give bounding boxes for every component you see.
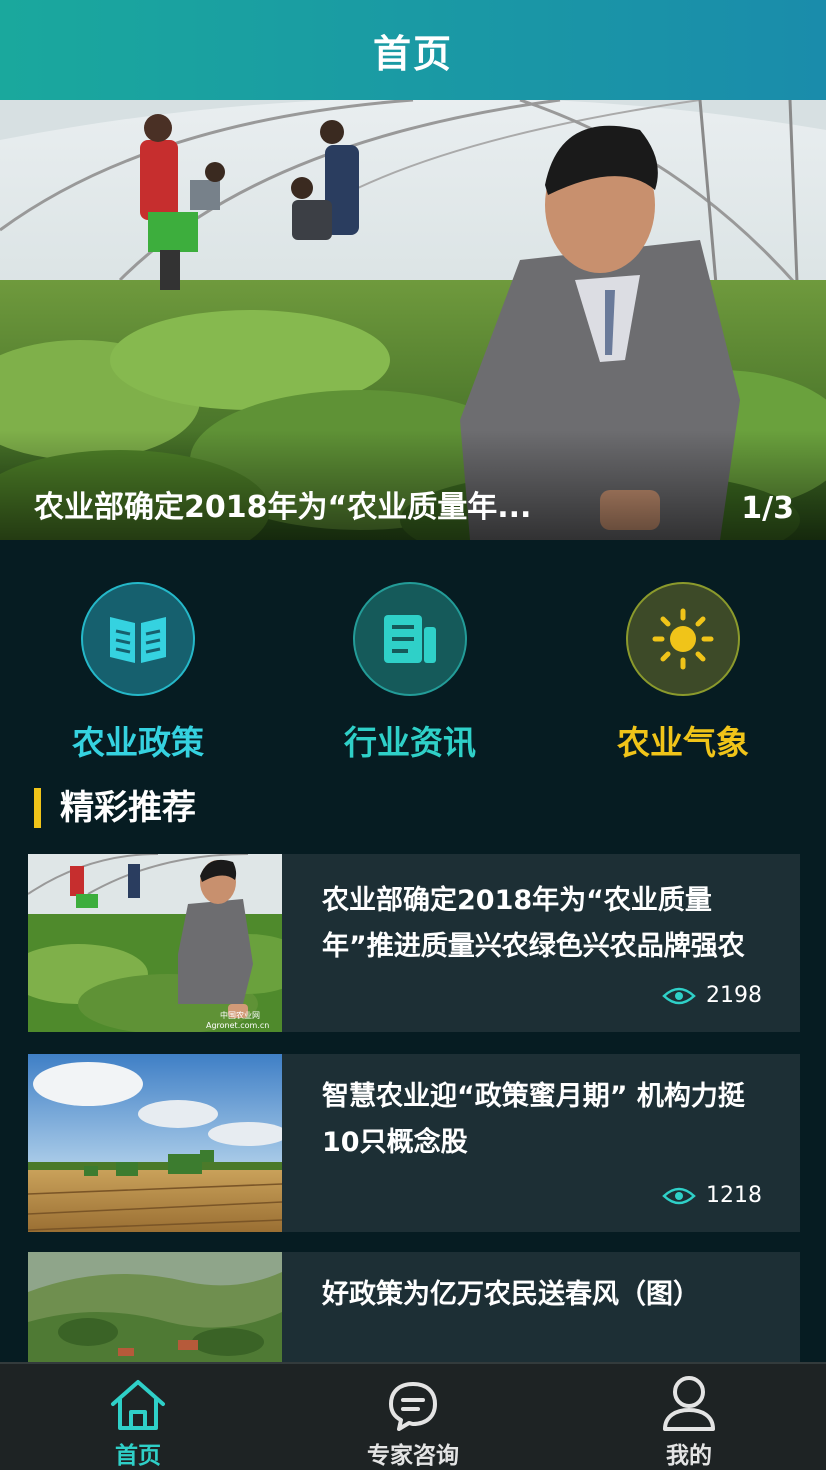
bottom-tab-bar: 首页 专家咨询 我的 bbox=[0, 1362, 826, 1470]
section-title: 精彩推荐 bbox=[34, 788, 196, 828]
eye-icon bbox=[662, 987, 696, 1004]
tab-profile[interactable]: 我的 bbox=[589, 1370, 789, 1470]
category-label: 农业气象 bbox=[617, 723, 749, 762]
home-icon bbox=[111, 1380, 165, 1430]
article-card[interactable]: 智慧农业迎“政策蜜月期” 机构力挺10只概念股 1218 bbox=[28, 1054, 800, 1232]
tab-label: 专家咨询 bbox=[367, 1443, 459, 1469]
chat-icon bbox=[389, 1382, 437, 1431]
article-card[interactable]: 好政策为亿万农民送春风（图） bbox=[28, 1252, 800, 1362]
user-icon bbox=[663, 1376, 715, 1431]
article-thumbnail bbox=[28, 1054, 282, 1232]
view-count: 1218 bbox=[662, 1183, 762, 1208]
news-icon bbox=[353, 582, 467, 696]
category-label: 农业政策 bbox=[72, 723, 204, 762]
article-thumbnail: 中国农业网 Agronet.com.cn bbox=[28, 854, 282, 1032]
category-agri-weather[interactable]: 农业气象 bbox=[593, 582, 773, 764]
watermark: 中国农业网 bbox=[220, 1010, 260, 1020]
article-card[interactable]: 中国农业网 Agronet.com.cn 农业部确定2018年为“农业质量年”推… bbox=[28, 854, 800, 1032]
tab-label: 我的 bbox=[666, 1443, 712, 1469]
view-count-value: 2198 bbox=[706, 983, 762, 1008]
banner-carousel[interactable]: 农业部确定2018年为“农业质量年... 1/3 bbox=[0, 100, 826, 540]
app-header: 首页 bbox=[0, 0, 826, 100]
book-icon bbox=[81, 582, 195, 696]
eye-icon bbox=[662, 1187, 696, 1204]
tab-label: 首页 bbox=[115, 1443, 161, 1469]
tab-expert-consult[interactable]: 专家咨询 bbox=[313, 1370, 513, 1470]
sun-icon bbox=[626, 582, 740, 696]
view-count: 2198 bbox=[662, 983, 762, 1008]
article-title: 好政策为亿万农民送春风（图） bbox=[322, 1279, 700, 1310]
banner-caption[interactable]: 农业部确定2018年为“农业质量年... bbox=[34, 482, 531, 526]
tab-home[interactable]: 首页 bbox=[38, 1370, 238, 1470]
page-title: 首页 bbox=[372, 31, 453, 76]
view-count-value: 1218 bbox=[706, 1183, 762, 1208]
banner-pager: 1/3 bbox=[741, 491, 794, 526]
article-title: 智慧农业迎“政策蜜月期” 机构力挺10只概念股 bbox=[322, 1081, 745, 1158]
category-agri-policy[interactable]: 农业政策 bbox=[48, 582, 228, 764]
category-industry-news[interactable]: 行业资讯 bbox=[320, 582, 500, 764]
article-thumbnail bbox=[28, 1252, 282, 1362]
article-title: 农业部确定2018年为“农业质量年”推进质量兴农绿色兴农品牌强农 bbox=[322, 885, 745, 962]
category-label: 行业资讯 bbox=[344, 723, 476, 762]
watermark: Agronet.com.cn bbox=[206, 1021, 269, 1030]
